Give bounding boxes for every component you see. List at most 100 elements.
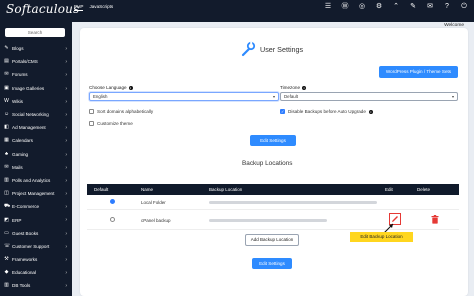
timezone-select[interactable]: Default ▾ bbox=[280, 92, 458, 101]
info-icon: i bbox=[368, 109, 373, 114]
mail-icon[interactable]: ✉ bbox=[426, 3, 434, 11]
sidebar-item-ad-management[interactable]: ◧ Ad Management › bbox=[0, 121, 72, 134]
default-radio[interactable] bbox=[110, 217, 115, 222]
app-logo[interactable]: Softaculous bbox=[6, 2, 79, 16]
chevron-right-icon: › bbox=[65, 138, 67, 145]
poll-icon: ▥ bbox=[4, 176, 9, 183]
chevron-right-icon: › bbox=[65, 257, 67, 263]
sidebar-item-label: Educational bbox=[12, 270, 37, 276]
wp-plugin-theme-sets-button[interactable]: WordPress Plugin / Theme Sets bbox=[379, 66, 458, 78]
help-icon[interactable]: ? bbox=[443, 3, 451, 11]
sidebar-item-label: Customer Support bbox=[12, 243, 50, 249]
edit-settings-button-2[interactable]: Edit Settings bbox=[252, 258, 292, 269]
tab-php[interactable]: PHP bbox=[74, 4, 84, 11]
sidebar-item-label: Ad Management bbox=[12, 125, 46, 131]
sort-domains-option[interactable]: Sort domains alphabetically bbox=[89, 109, 153, 114]
page-title: User Settings bbox=[260, 44, 304, 54]
logout-icon[interactable]: ⏻ bbox=[460, 3, 468, 11]
chevron-right-icon: › bbox=[65, 151, 67, 158]
sidebar-item-social-networking[interactable]: ☺ Social Networking › bbox=[0, 108, 72, 121]
sidebar-item-forums[interactable]: ✉ Forums › bbox=[0, 68, 72, 81]
col-edit: Edit bbox=[385, 187, 393, 192]
sidebar-item-label: Portals/CMS bbox=[12, 59, 38, 65]
sidebar-item-label: Calendars bbox=[12, 138, 33, 144]
sidebar-item-label: Project Management bbox=[12, 191, 55, 197]
customize-theme-label: Customize theme bbox=[97, 121, 133, 126]
support-icon: ☏ bbox=[4, 242, 11, 249]
redacted-location bbox=[209, 201, 377, 204]
chevron-right-icon: › bbox=[65, 59, 67, 66]
guestbook-icon: ▭ bbox=[4, 229, 9, 236]
sidebar-item-portals-cms[interactable]: ▤ Portals/CMS › bbox=[0, 55, 72, 68]
gear-icon[interactable]: ⚙ bbox=[375, 3, 383, 11]
sidebar-item-label: Blogs bbox=[12, 46, 24, 52]
wordpress-icon[interactable]: Ⓦ bbox=[341, 3, 349, 11]
sidebar-item-label: ERP bbox=[12, 217, 22, 223]
sort-domains-label: Sort domains alphabetically bbox=[97, 109, 154, 114]
project-icon: ◫ bbox=[4, 190, 9, 197]
mail-icon: ✉ bbox=[4, 163, 9, 170]
sidebar-item-customer-support[interactable]: ☏ Customer Support › bbox=[0, 240, 72, 253]
chevron-down-icon: ▾ bbox=[451, 94, 454, 99]
sidebar-item-calendars[interactable]: ▦ Calendars › bbox=[0, 134, 72, 147]
gaming-icon: ♣ bbox=[4, 150, 9, 157]
globe-icon[interactable]: ◎ bbox=[358, 3, 366, 11]
sidebar-item-mails[interactable]: ✉ Mails › bbox=[0, 161, 72, 174]
sidebar-item-polls-and-analytics[interactable]: ▥ Polls and Analytics › bbox=[0, 174, 72, 187]
sidebar-item-e-commerce[interactable]: ⛟ E-Commerce › bbox=[0, 200, 72, 213]
sidebar-item-label: Mails bbox=[12, 164, 23, 170]
sidebar: Search ✎ Blogs › ▤ Portals/CMS › ✉ Forums › ▣ Imag… bbox=[0, 22, 72, 296]
timezone-label-text: Timezone bbox=[280, 85, 300, 90]
col-backup-location: Backup Location bbox=[209, 187, 243, 192]
customize-theme-option[interactable]: Customize theme bbox=[89, 121, 133, 126]
sidebar-item-educational[interactable]: ◆ Educational › bbox=[0, 266, 72, 279]
blog-icon: ✎ bbox=[4, 45, 9, 52]
trash-icon[interactable] bbox=[431, 215, 439, 224]
backup-locations-title: Backup Locations bbox=[242, 160, 293, 167]
add-backup-location-button[interactable]: Add Backup Location bbox=[245, 234, 299, 246]
sidebar-item-db-tools[interactable]: ▥ DB Tools › bbox=[0, 279, 72, 292]
chevron-right-icon: › bbox=[65, 98, 67, 105]
top-tabs: PHP JavaScripts bbox=[74, 4, 113, 11]
sidebar-item-guest-books[interactable]: ▭ Guest Books › bbox=[0, 227, 72, 240]
sidebar-item-gaming[interactable]: ♣ Gaming › bbox=[0, 148, 72, 161]
col-default: Default bbox=[94, 187, 109, 192]
top-icons: ☰ Ⓦ ◎ ⚙ ⌃ ✎ ✉ ? ⏻ bbox=[324, 3, 468, 11]
wrench-icon[interactable]: ✎ bbox=[409, 3, 417, 11]
sidebar-item-image-galleries[interactable]: ▣ Image Galleries › bbox=[0, 82, 72, 95]
row-name: Local Folder bbox=[141, 200, 166, 205]
chevron-right-icon: › bbox=[65, 125, 67, 132]
chevron-right-icon: › bbox=[65, 177, 67, 184]
sidebar-item-label: Image Galleries bbox=[12, 85, 45, 91]
sort-domains-checkbox[interactable] bbox=[89, 109, 94, 114]
sidebar-item-project-management[interactable]: ◫ Project Management › bbox=[0, 187, 72, 200]
language-label-text: Choose Language bbox=[89, 85, 127, 90]
col-delete: Delete bbox=[417, 187, 431, 192]
sidebar-item-blogs[interactable]: ✎ Blogs › bbox=[0, 42, 72, 55]
sidebar-item-label: Social Networking bbox=[12, 112, 49, 118]
chevron-down-icon: ▾ bbox=[272, 94, 275, 99]
chevron-right-icon: › bbox=[65, 204, 67, 211]
sidebar-item-label: DB Tools bbox=[12, 283, 31, 289]
page-header: User Settings bbox=[240, 41, 303, 57]
language-select[interactable]: English ▾ bbox=[89, 92, 279, 101]
tab-javascripts[interactable]: JavaScripts bbox=[89, 4, 113, 11]
sidebar-item-wikis[interactable]: W Wikis › bbox=[0, 95, 72, 108]
chevron-right-icon: › bbox=[65, 283, 67, 290]
edit-settings-button[interactable]: Edit Settings bbox=[250, 135, 296, 146]
search-input[interactable]: Search bbox=[5, 28, 65, 37]
default-radio[interactable] bbox=[110, 199, 115, 204]
disable-backups-checkbox[interactable]: ✓ bbox=[280, 109, 285, 114]
sidebar-item-frameworks[interactable]: ⚒ Frameworks › bbox=[0, 253, 72, 266]
chevron-up-icon[interactable]: ⌃ bbox=[392, 3, 400, 11]
disable-backups-option[interactable]: ✓ Disable Backups before Auto Upgrade i bbox=[280, 109, 373, 114]
backup-table-header: Default Name Backup Location Edit Delete bbox=[87, 184, 459, 195]
list-icon[interactable]: ☰ bbox=[324, 3, 332, 11]
sidebar-item-erp[interactable]: ◩ ERP › bbox=[0, 213, 72, 226]
wrench-icon bbox=[241, 41, 256, 57]
language-value: English bbox=[93, 94, 108, 99]
table-row: cPanel backup bbox=[87, 210, 459, 230]
customize-theme-checkbox[interactable] bbox=[89, 121, 94, 126]
disable-backups-label: Disable Backups before Auto Upgrade bbox=[288, 109, 366, 114]
chevron-right-icon: › bbox=[65, 111, 67, 118]
